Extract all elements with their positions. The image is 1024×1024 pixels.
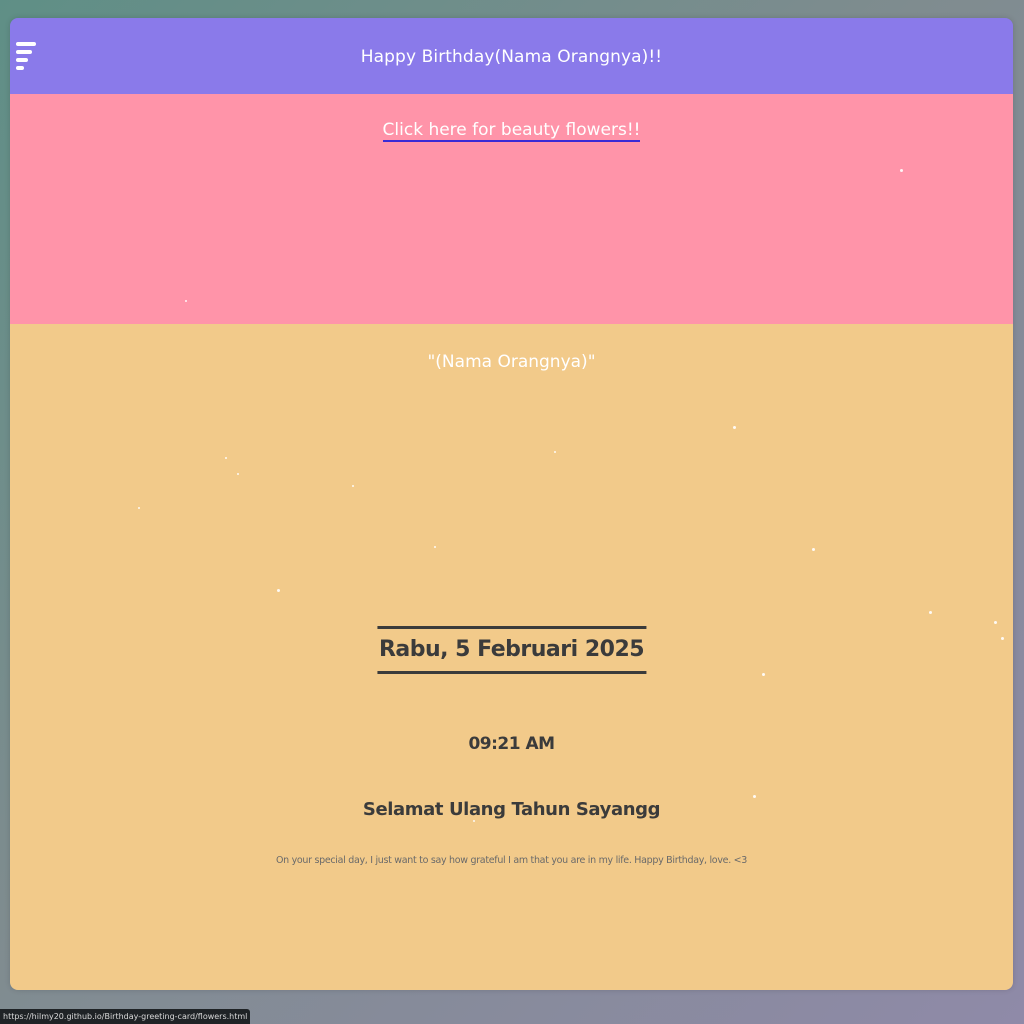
flowers-section: Click here for beauty flowers!! bbox=[10, 94, 1013, 324]
date-display: Rabu, 5 Februari 2025 bbox=[376, 626, 647, 674]
greeting-heading: Selamat Ulang Tahun Sayangg bbox=[362, 799, 661, 820]
hamburger-menu-icon[interactable] bbox=[16, 42, 38, 72]
flowers-link[interactable]: Click here for beauty flowers!! bbox=[382, 120, 641, 142]
top-header-bar: Happy Birthday(Nama Orangnya)!! bbox=[10, 18, 1013, 94]
page-title: Happy Birthday(Nama Orangnya)!! bbox=[360, 47, 663, 67]
status-bar-url: https://hilmy20.github.io/Birthday-greet… bbox=[0, 1009, 251, 1024]
birthday-message: On your special day, I just want to say … bbox=[275, 855, 748, 866]
birthday-card: Happy Birthday(Nama Orangnya)!! Click he… bbox=[10, 18, 1013, 990]
recipient-name-heading: "(Nama Orangnya)" bbox=[427, 352, 596, 372]
time-display: 09:21 AM bbox=[468, 734, 555, 754]
greeting-section: "(Nama Orangnya)" Rabu, 5 Februari 2025 … bbox=[10, 324, 1013, 990]
